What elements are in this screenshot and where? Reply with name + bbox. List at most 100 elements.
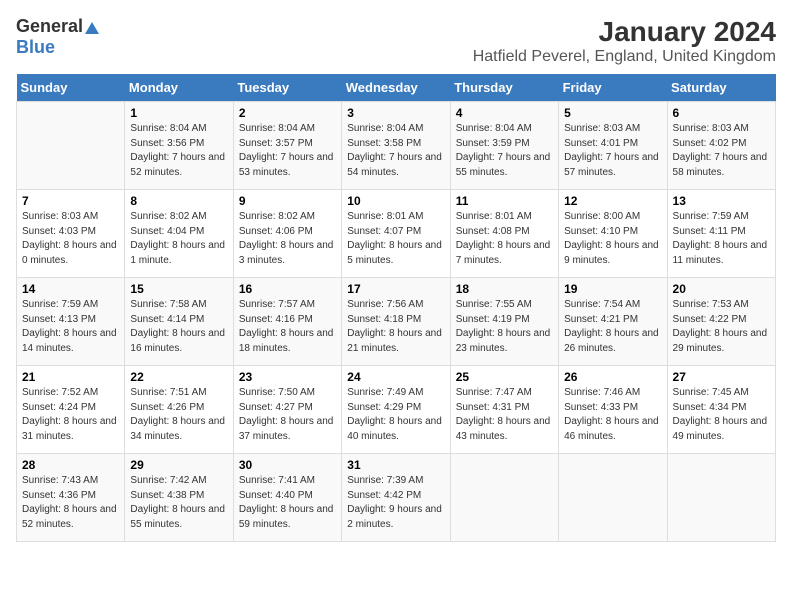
calendar-cell: 11 Sunrise: 8:01 AMSunset: 4:08 PMDayligh… [450,190,558,278]
calendar-cell: 22Sunrise: 7:51 AMSunset: 4:26 PMDayligh… [125,366,233,454]
day-detail: Sunrise: 7:59 AMSunset: 4:11 PMDaylight:… [673,210,770,268]
calendar-cell: 2Sunrise: 8:04 AMSunset: 3:57 PMDaylight… [233,102,341,190]
day-number: 26 [564,370,661,384]
day-detail: Sunrise: 8:04 AMSunset: 3:59 PMDaylight:… [456,122,553,180]
day-detail: Sunrise: 8:03 AMSunset: 4:02 PMDaylight:… [673,122,770,180]
day-number: 20 [673,282,770,296]
logo-line2: Blue [16,37,55,58]
day-number: 12 [564,194,661,208]
day-number: 1 [130,106,227,120]
calendar-week-row: 1 Sunrise: 8:04 AMSunset: 3:56 PMDaylight… [17,102,776,190]
calendar-week-row: 14Sunrise: 7:59 AMSunset: 4:13 PMDayligh… [17,278,776,366]
day-number: 19 [564,282,661,296]
day-detail: Sunrise: 7:43 AMSunset: 4:36 PMDaylight:… [22,474,119,532]
calendar-cell: 27Sunrise: 7:45 AMSunset: 4:34 PMDayligh… [667,366,775,454]
calendar-header-row: SundayMondayTuesdayWednesdayThursdayFrid… [17,74,776,102]
calendar-cell: 16 Sunrise: 7:57 AMSunset: 4:16 PMDayligh… [233,278,341,366]
logo-general: General [16,16,83,36]
day-detail: Sunrise: 7:46 AMSunset: 4:33 PMDaylight:… [564,386,661,444]
calendar-week-row: 28 Sunrise: 7:43 AMSunset: 4:36 PMDayligh… [17,454,776,542]
calendar-cell: 12Sunrise: 8:00 AMSunset: 4:10 PMDayligh… [559,190,667,278]
calendar-cell: 9 Sunrise: 8:02 AMSunset: 4:06 PMDaylight… [233,190,341,278]
calendar-cell: 29Sunrise: 7:42 AMSunset: 4:38 PMDayligh… [125,454,233,542]
day-number: 22 [130,370,227,384]
calendar-cell [559,454,667,542]
day-number: 18 [456,282,553,296]
day-number: 28 [22,458,119,472]
calendar-cell [17,102,125,190]
calendar-cell: 3Sunrise: 8:04 AMSunset: 3:58 PMDaylight… [342,102,450,190]
weekday-header-tuesday: Tuesday [233,74,341,102]
day-number: 13 [673,194,770,208]
calendar-week-row: 7 Sunrise: 8:03 AMSunset: 4:03 PMDaylight… [17,190,776,278]
day-number: 30 [239,458,336,472]
day-detail: Sunrise: 8:02 AMSunset: 4:06 PMDaylight:… [239,210,336,268]
day-detail: Sunrise: 7:49 AMSunset: 4:29 PMDaylight:… [347,386,444,444]
day-number: 3 [347,106,444,120]
day-detail: Sunrise: 7:55 AMSunset: 4:19 PMDaylight:… [456,298,553,356]
calendar-cell: 6 Sunrise: 8:03 AMSunset: 4:02 PMDaylight… [667,102,775,190]
calendar-cell [667,454,775,542]
weekday-header-thursday: Thursday [450,74,558,102]
day-detail: Sunrise: 7:58 AMSunset: 4:14 PMDaylight:… [130,298,227,356]
day-number: 17 [347,282,444,296]
day-number: 6 [673,106,770,120]
day-detail: Sunrise: 8:04 AMSunset: 3:56 PMDaylight:… [130,122,227,180]
calendar-cell: 30 Sunrise: 7:41 AMSunset: 4:40 PMDayligh… [233,454,341,542]
calendar-cell: 31 Sunrise: 7:39 AMSunset: 4:42 PMDayligh… [342,454,450,542]
calendar-cell: 5 Sunrise: 8:03 AMSunset: 4:01 PMDaylight… [559,102,667,190]
calendar-cell: 4 Sunrise: 8:04 AMSunset: 3:59 PMDaylight… [450,102,558,190]
weekday-header-wednesday: Wednesday [342,74,450,102]
day-detail: Sunrise: 7:54 AMSunset: 4:21 PMDaylight:… [564,298,661,356]
day-detail: Sunrise: 8:01 AMSunset: 4:08 PMDaylight:… [456,210,553,268]
logo-line1: General [16,16,99,37]
day-detail: Sunrise: 8:01 AMSunset: 4:07 PMDaylight:… [347,210,444,268]
day-detail: Sunrise: 7:47 AMSunset: 4:31 PMDaylight:… [456,386,553,444]
day-number: 10 [347,194,444,208]
day-detail: Sunrise: 8:03 AMSunset: 4:03 PMDaylight:… [22,210,119,268]
day-number: 11 [456,194,553,208]
day-number: 14 [22,282,119,296]
day-detail: Sunrise: 7:42 AMSunset: 4:38 PMDaylight:… [130,474,227,532]
day-number: 9 [239,194,336,208]
weekday-header-monday: Monday [125,74,233,102]
month-title: January 2024 [473,16,776,48]
calendar-cell: 10 Sunrise: 8:01 AMSunset: 4:07 PMDayligh… [342,190,450,278]
day-number: 5 [564,106,661,120]
calendar-cell: 21Sunrise: 7:52 AMSunset: 4:24 PMDayligh… [17,366,125,454]
calendar-cell: 19 Sunrise: 7:54 AMSunset: 4:21 PMDayligh… [559,278,667,366]
calendar-cell: 17 Sunrise: 7:56 AMSunset: 4:18 PMDayligh… [342,278,450,366]
calendar-cell: 14Sunrise: 7:59 AMSunset: 4:13 PMDayligh… [17,278,125,366]
calendar-cell: 24 Sunrise: 7:49 AMSunset: 4:29 PMDayligh… [342,366,450,454]
calendar-cell: 1 Sunrise: 8:04 AMSunset: 3:56 PMDaylight… [125,102,233,190]
day-detail: Sunrise: 7:41 AMSunset: 4:40 PMDaylight:… [239,474,336,532]
day-detail: Sunrise: 7:56 AMSunset: 4:18 PMDaylight:… [347,298,444,356]
day-number: 8 [130,194,227,208]
weekday-header-sunday: Sunday [17,74,125,102]
day-detail: Sunrise: 7:39 AMSunset: 4:42 PMDaylight:… [347,474,444,532]
day-detail: Sunrise: 7:53 AMSunset: 4:22 PMDaylight:… [673,298,770,356]
title-area: January 2024 Hatfield Peverel, England, … [473,16,776,66]
day-number: 15 [130,282,227,296]
calendar-cell: 8 Sunrise: 8:02 AMSunset: 4:04 PMDaylight… [125,190,233,278]
day-number: 16 [239,282,336,296]
calendar-cell: 18 Sunrise: 7:55 AMSunset: 4:19 PMDayligh… [450,278,558,366]
calendar-week-row: 21Sunrise: 7:52 AMSunset: 4:24 PMDayligh… [17,366,776,454]
day-number: 7 [22,194,119,208]
calendar-cell: 26 Sunrise: 7:46 AMSunset: 4:33 PMDayligh… [559,366,667,454]
day-detail: Sunrise: 7:45 AMSunset: 4:34 PMDaylight:… [673,386,770,444]
day-number: 25 [456,370,553,384]
day-number: 2 [239,106,336,120]
weekday-header-friday: Friday [559,74,667,102]
day-number: 23 [239,370,336,384]
calendar-cell: 23Sunrise: 7:50 AMSunset: 4:27 PMDayligh… [233,366,341,454]
logo-blue: Blue [16,37,55,57]
day-detail: Sunrise: 8:03 AMSunset: 4:01 PMDaylight:… [564,122,661,180]
day-number: 31 [347,458,444,472]
day-detail: Sunrise: 7:57 AMSunset: 4:16 PMDaylight:… [239,298,336,356]
logo: General Blue [16,16,99,58]
day-number: 24 [347,370,444,384]
day-detail: Sunrise: 8:02 AMSunset: 4:04 PMDaylight:… [130,210,227,268]
day-number: 4 [456,106,553,120]
logo-triangle-icon [85,22,99,34]
